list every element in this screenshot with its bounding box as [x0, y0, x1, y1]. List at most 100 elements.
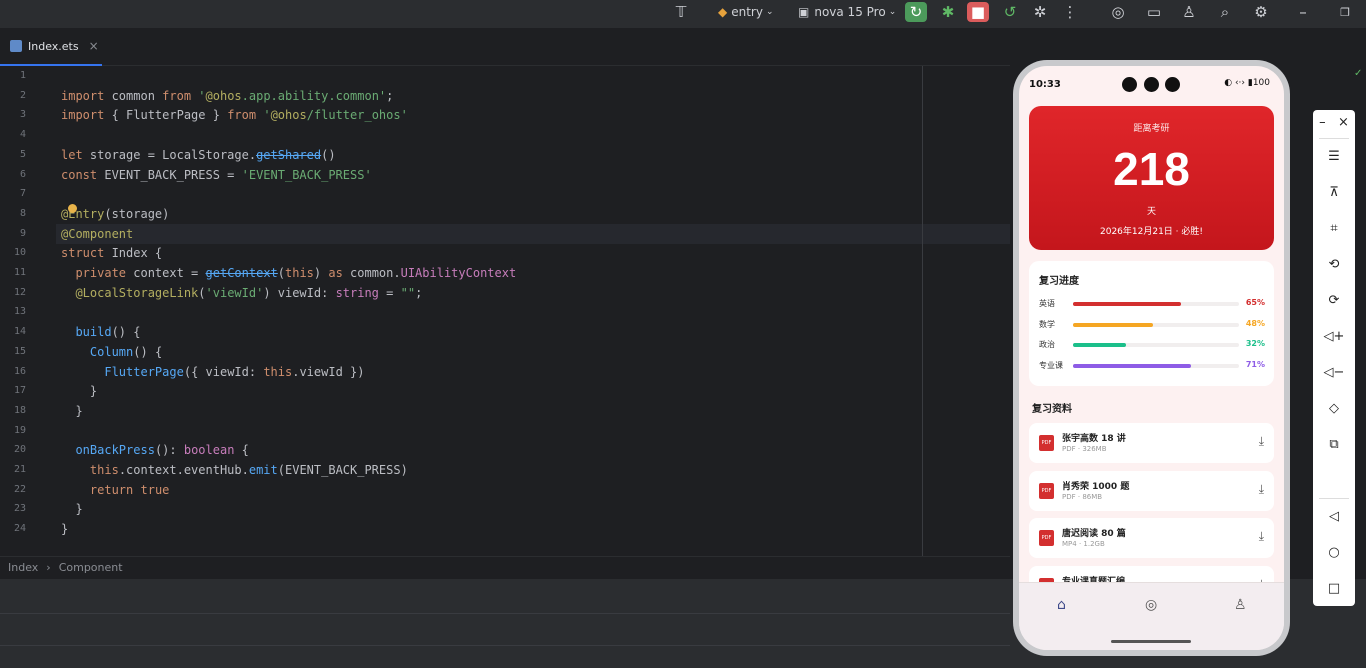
- line-number: 13: [13, 306, 26, 318]
- code-line[interactable]: }: [61, 522, 68, 536]
- status-icons: ◐ ‹·› ▮100: [1224, 78, 1270, 88]
- code-line[interactable]: @LocalStorageLink('viewId') viewId: stri…: [61, 286, 422, 300]
- profile-icon[interactable]: ♙: [1234, 597, 1247, 613]
- volume-up-icon[interactable]: ◁+: [1313, 324, 1355, 348]
- line-number: 4: [19, 129, 26, 141]
- chevron-down-icon: ⌄: [888, 7, 897, 17]
- menu-icon[interactable]: ☰: [1313, 144, 1355, 168]
- pdf-icon: PDF: [1039, 482, 1054, 499]
- resource-title: 唐迟阅读 80 篇: [1062, 529, 1126, 539]
- restore-window-icon[interactable]: ❐: [1334, 2, 1356, 22]
- code-line[interactable]: import common from '@ohos.app.ability.co…: [61, 89, 393, 103]
- code-line[interactable]: this.context.eventHub.emit(EVENT_BACK_PR…: [61, 463, 408, 477]
- account-icon[interactable]: ♙: [1178, 2, 1200, 22]
- code-line[interactable]: let storage = LocalStorage.getShared(): [61, 148, 336, 162]
- code-line[interactable]: return true: [61, 483, 170, 497]
- progress-row: 专业课 71%: [1039, 360, 1265, 372]
- run-icon[interactable]: ↻: [905, 2, 927, 22]
- minimize-icon[interactable]: –: [1319, 115, 1326, 130]
- code-line[interactable]: const EVENT_BACK_PRESS = 'EVENT_BACK_PRE…: [61, 168, 372, 182]
- resource-meta: PDF · 86MB: [1062, 492, 1103, 501]
- status-bar: 10:33 ◐ ‹·› ▮100: [1019, 66, 1284, 102]
- line-number: 22: [13, 483, 26, 495]
- camera-icon: [1122, 77, 1137, 92]
- code-line[interactable]: Column() {: [61, 345, 162, 359]
- line-number: 16: [13, 365, 26, 377]
- folder-icon[interactable]: ▭: [1143, 2, 1165, 22]
- code-line[interactable]: private context = getContext(this) as co…: [61, 266, 516, 280]
- subject-label: 专业课: [1039, 361, 1063, 371]
- breadcrumb: Index › Component: [0, 556, 1010, 578]
- right-margin-guide: [922, 66, 923, 556]
- attach-debugger-icon[interactable]: ✲: [1029, 2, 1051, 22]
- download-icon[interactable]: ⤓: [1259, 434, 1264, 449]
- code-line[interactable]: }: [61, 404, 82, 418]
- progress-title: 复习进度: [1039, 276, 1079, 287]
- home-circle-icon[interactable]: ○: [1313, 540, 1355, 564]
- code-line[interactable]: }: [61, 384, 97, 398]
- device-label: nova 15 Pro: [814, 5, 886, 19]
- home-indicator[interactable]: [1111, 640, 1191, 643]
- close-icon[interactable]: ×: [89, 39, 99, 53]
- breadcrumb-item-index[interactable]: Index: [8, 561, 38, 574]
- fold-icon[interactable]: ◇: [1313, 396, 1355, 420]
- code-line[interactable]: @Component: [61, 227, 133, 241]
- target-icon[interactable]: ◎: [1107, 2, 1129, 22]
- download-icon[interactable]: ⤓: [1259, 529, 1264, 544]
- run-config-selector[interactable]: ◆ entry ⌄: [718, 0, 774, 24]
- resource-title: 肖秀荣 1000 题: [1062, 481, 1130, 492]
- run-config-label: entry: [731, 5, 763, 19]
- resource-item[interactable]: PDF 肖秀荣 1000 题 PDF · 86MB ⤓: [1029, 470, 1274, 511]
- code-line[interactable]: build() {: [61, 325, 140, 339]
- code-line[interactable]: @Entry(storage): [61, 207, 169, 221]
- code-line[interactable]: import { FlutterPage } from '@ohos/flutt…: [61, 108, 408, 122]
- line-number: 9: [19, 227, 26, 239]
- camera-icon: [1144, 77, 1159, 92]
- home-icon[interactable]: ⌂: [1057, 597, 1066, 613]
- code-line[interactable]: struct Index {: [61, 246, 162, 260]
- device-selector[interactable]: ▣ nova 15 Pro ⌄: [798, 0, 896, 24]
- divider: [1319, 498, 1349, 499]
- stop-icon[interactable]: ■: [967, 2, 989, 22]
- close-icon[interactable]: ×: [1338, 115, 1349, 130]
- download-icon[interactable]: ⤓: [1259, 482, 1264, 497]
- code-line[interactable]: FlutterPage({ viewId: this.viewId }): [61, 365, 364, 379]
- pin-top-icon[interactable]: ⊼: [1313, 180, 1355, 204]
- settings-gear-icon[interactable]: ⚙: [1250, 2, 1272, 22]
- resource-meta: MP4 · 1.2GB: [1062, 540, 1105, 548]
- volume-down-icon[interactable]: ◁−: [1313, 360, 1355, 384]
- tab-index-ets[interactable]: Index.ets ×: [0, 28, 102, 66]
- resource-item[interactable]: PDF 张宇高数 18 讲 PDF · 326MB ⤓: [1029, 423, 1274, 463]
- line-number: 10: [13, 247, 26, 259]
- subject-label: 政治: [1039, 340, 1055, 350]
- code-editor[interactable]: 1 2 3 4 5 6 7 8 9 10 11 12 13 14 15 16 17 18 19 20 21 22 23 24 …: [0, 66, 1010, 556]
- breadcrumb-item-component[interactable]: Component: [59, 561, 123, 574]
- more-icon[interactable]: ⋮: [1059, 2, 1081, 22]
- rotate-icon[interactable]: ⟲: [1313, 252, 1355, 276]
- exam-date: 2026年12月21日 · 必胜!: [1100, 227, 1203, 237]
- current-line-highlight: [56, 224, 1010, 244]
- progress-track: [1073, 302, 1239, 306]
- search-icon[interactable]: ⌕: [1214, 2, 1236, 22]
- rerun-icon[interactable]: ↺: [999, 2, 1021, 22]
- crop-icon[interactable]: ⌗: [1313, 216, 1355, 240]
- minimize-window-icon[interactable]: –: [1292, 2, 1314, 22]
- rotate-right-icon[interactable]: ⟳: [1313, 288, 1355, 312]
- code-line[interactable]: onBackPress(): boolean {: [61, 443, 248, 457]
- line-number: 12: [13, 286, 26, 298]
- back-icon[interactable]: ◁: [1313, 504, 1355, 528]
- countdown-unit: 天: [1146, 207, 1156, 217]
- multi-device-icon[interactable]: ⧉: [1313, 432, 1355, 456]
- code-line[interactable]: }: [61, 502, 82, 516]
- recents-icon[interactable]: □: [1313, 576, 1355, 600]
- compass-icon[interactable]: ◎: [1145, 597, 1157, 613]
- subject-label: 数学: [1039, 319, 1055, 329]
- chevron-down-icon: ⌄: [765, 7, 774, 17]
- text-format-icon[interactable]: 𝕋: [670, 2, 692, 22]
- progress-track: [1073, 364, 1239, 369]
- resource-item[interactable]: PDF 唐迟阅读 80 篇 MP4 · 1.2GB ⤓: [1029, 518, 1274, 558]
- phone-screen[interactable]: 10:33 ◐ ‹·› ▮100 距离考研 218 天 2026年12月21日 …: [1019, 66, 1284, 650]
- line-number: 19: [13, 424, 26, 436]
- debug-icon[interactable]: ✱: [937, 2, 959, 22]
- lightbulb-icon[interactable]: [68, 204, 77, 213]
